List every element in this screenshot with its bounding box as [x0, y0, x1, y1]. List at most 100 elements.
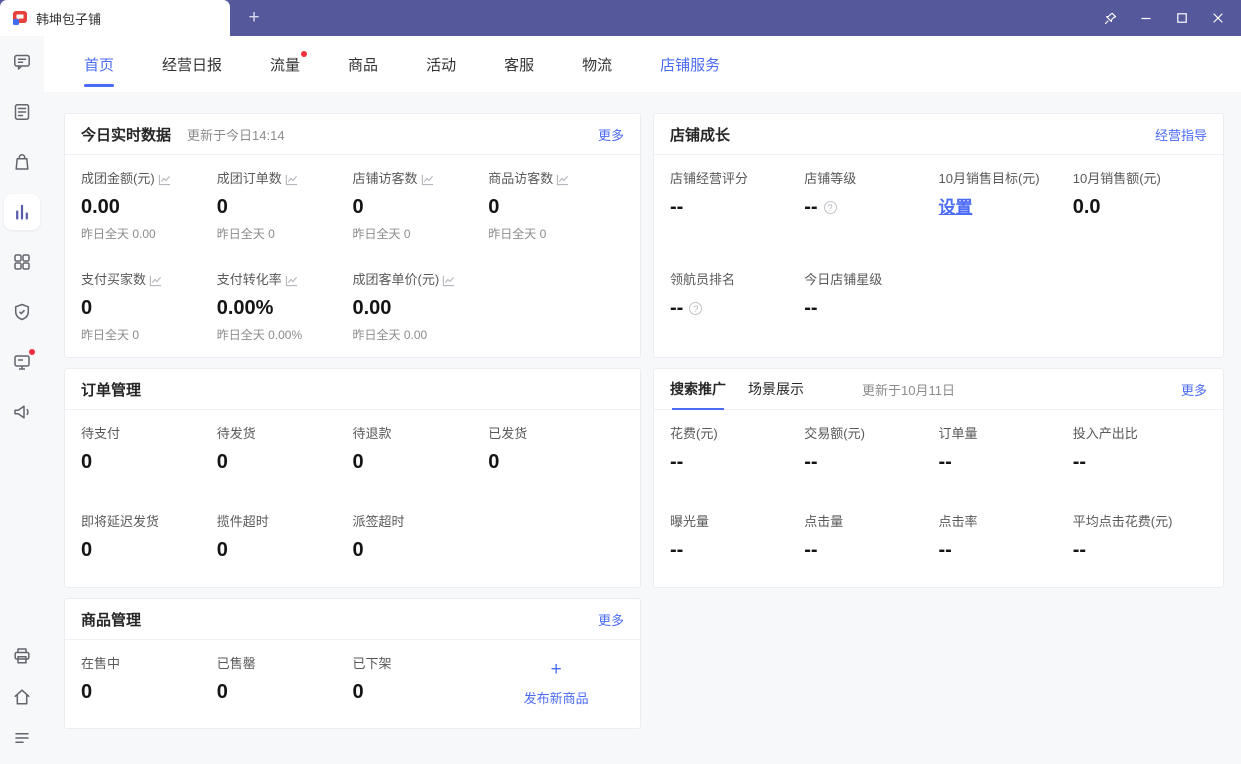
publish-product-button[interactable]: + 发布新商品 — [488, 656, 624, 707]
metric-cell: 在售中 0 — [81, 656, 217, 707]
more-link[interactable]: 更多 — [598, 125, 624, 144]
tab-label: 流量 — [270, 56, 301, 74]
sidebar-item-marketing[interactable] — [4, 344, 40, 380]
metric-cell: 支付买家数 0 昨日全天 0 — [81, 272, 217, 343]
tab-traffic[interactable]: 流量 — [270, 36, 308, 92]
tab-daily-report[interactable]: 经营日报 — [162, 36, 222, 92]
new-tab-button[interactable]: + — [240, 4, 268, 32]
metric-cell: 成团金额(元) 0.00 昨日全天 0.00 — [81, 171, 217, 242]
shield-icon — [14, 303, 30, 321]
metric-cell: 曝光量 -- — [670, 514, 804, 563]
notification-dot — [301, 51, 308, 57]
metric-cell: 店铺等级 -- — [804, 171, 938, 242]
metric-label: 订单量 — [938, 426, 978, 441]
tab-label: 物流 — [582, 56, 613, 74]
maximize-icon[interactable] — [1167, 4, 1197, 32]
tab-products[interactable]: 商品 — [348, 36, 378, 92]
metric-label: 揽件超时 — [216, 514, 269, 529]
document-icon — [14, 104, 30, 120]
sidebar-item-announcements[interactable] — [4, 394, 40, 430]
metric-cell: 派签超时 0 — [353, 514, 489, 563]
sidebar-item-daily-report[interactable] — [4, 94, 40, 130]
metric-cell: 待发货 0 — [217, 426, 353, 475]
metric-value: -- — [1072, 451, 1087, 473]
metric-yesterday: 昨日全天 0.00% — [216, 328, 303, 342]
metric-label: 待支付 — [81, 426, 121, 441]
metric-label: 10月销售目标(元) — [938, 171, 1040, 186]
minimize-icon[interactable] — [1131, 4, 1161, 32]
metric-value: 0 — [488, 196, 500, 218]
set-sales-target-link[interactable]: 设置 — [939, 195, 1073, 220]
sidebar-item-data[interactable] — [4, 194, 40, 230]
updated-time: 更新于10月11日 — [862, 382, 955, 398]
tab-label: 搜索推广 — [670, 381, 726, 397]
more-link[interactable]: 更多 — [598, 610, 624, 629]
metric-cell: 已发货 0 — [488, 426, 624, 475]
metric-label: 在售中 — [81, 656, 121, 671]
sidebar-item-apps[interactable] — [4, 244, 40, 280]
metric-label: 投入产出比 — [1072, 426, 1138, 441]
metric-label: 平均点击花费(元) — [1072, 514, 1173, 529]
metric-cell: 支付转化率 0.00% 昨日全天 0.00% — [217, 272, 353, 343]
metric-label: 支付买家数 — [81, 272, 147, 287]
metric-value: -- — [938, 451, 952, 473]
help-icon[interactable] — [823, 201, 837, 214]
promotion-card: 搜索推广 场景展示 更新于10月11日 更多 花费(元) -- 交易额(元) -… — [653, 368, 1224, 588]
metric-cell: 10月销售目标(元) 设置 — [939, 171, 1073, 242]
tab-search-promotion[interactable]: 搜索推广 — [670, 369, 726, 410]
metric-value: -- — [938, 539, 952, 561]
sidebar-item-print[interactable] — [4, 642, 40, 670]
realtime-data-card: 今日实时数据 更新于今日14:14 更多 成团金额(元) 0.00 昨日全天 0… — [64, 113, 641, 358]
trend-chart-icon — [158, 174, 170, 185]
metric-label: 支付转化率 — [216, 272, 282, 287]
tab-activities[interactable]: 活动 — [426, 36, 456, 92]
metric-value: 0 — [352, 451, 364, 473]
close-icon[interactable] — [1203, 4, 1233, 32]
tab-scene-display[interactable]: 场景展示 — [748, 369, 804, 410]
metric-cell: 商品访客数 0 昨日全天 0 — [488, 171, 624, 242]
metric-label: 10月销售额(元) — [1072, 171, 1161, 186]
chat-icon — [14, 54, 30, 70]
tab-label: 活动 — [426, 56, 457, 74]
business-guide-link[interactable]: 经营指导 — [1155, 125, 1207, 144]
app-logo-icon — [13, 11, 27, 25]
metric-value: 0 — [81, 451, 93, 473]
metric-value: -- — [670, 297, 684, 319]
metric-cell: 点击率 -- — [939, 514, 1073, 563]
metric-label: 店铺经营评分 — [670, 171, 749, 186]
metric-yesterday: 昨日全天 0 — [488, 227, 547, 241]
notification-dot — [29, 349, 35, 355]
metric-value: -- — [804, 539, 818, 561]
trend-chart-icon — [557, 174, 569, 185]
metric-label: 待发货 — [216, 426, 256, 441]
dashboard-content: 今日实时数据 更新于今日14:14 更多 成团金额(元) 0.00 昨日全天 0… — [44, 92, 1241, 764]
card-title: 商品管理 — [81, 611, 142, 629]
tab-home[interactable]: 首页 — [84, 36, 115, 92]
tab-logistics[interactable]: 物流 — [582, 36, 612, 92]
card-title: 订单管理 — [81, 381, 142, 399]
metric-value: -- — [804, 297, 818, 319]
sidebar-item-home[interactable] — [4, 683, 40, 711]
metric-cell: 店铺经营评分 -- — [670, 171, 804, 242]
sidebar-item-security[interactable] — [4, 294, 40, 330]
sidebar-item-orders[interactable] — [4, 144, 40, 180]
tab-customer-service[interactable]: 客服 — [504, 36, 534, 92]
tab-shop-services[interactable]: 店铺服务 — [660, 36, 720, 92]
trend-chart-icon — [421, 174, 433, 185]
metric-label: 曝光量 — [670, 514, 710, 529]
window-tab[interactable]: 韩坤包子铺 — [0, 0, 230, 36]
help-icon[interactable] — [689, 302, 703, 315]
metric-cell: 领航员排名 -- — [670, 272, 804, 343]
metric-cell: 点击量 -- — [804, 514, 938, 563]
sidebar-item-messages[interactable] — [4, 44, 40, 80]
pin-icon[interactable] — [1095, 4, 1125, 32]
metric-cell: 店铺访客数 0 昨日全天 0 — [353, 171, 489, 242]
sidebar-item-menu[interactable] — [4, 724, 40, 752]
updated-time: 更新于今日14:14 — [187, 127, 285, 143]
metric-cell: 花费(元) -- — [670, 426, 804, 475]
metric-cell: 今日店铺星级 -- — [804, 272, 938, 343]
more-link[interactable]: 更多 — [1181, 380, 1207, 399]
metric-value: 0 — [352, 539, 364, 561]
metric-yesterday: 昨日全天 0 — [352, 227, 411, 241]
metric-value: 0 — [81, 539, 93, 561]
